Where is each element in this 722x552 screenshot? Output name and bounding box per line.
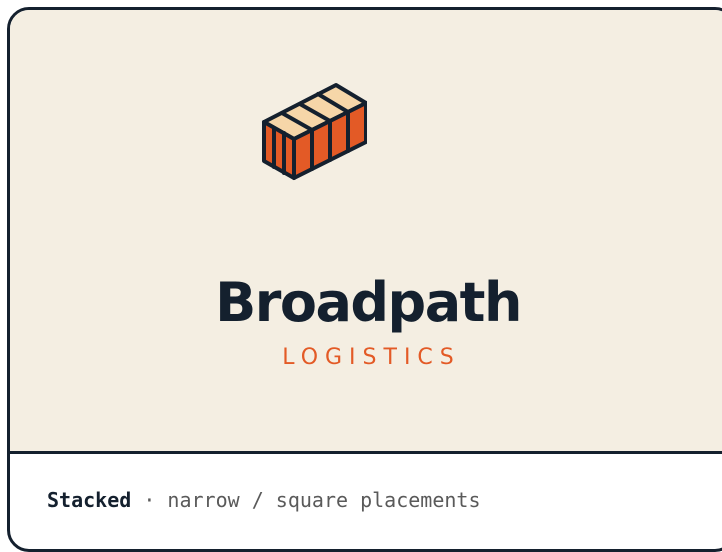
brand-tagline: LOGISTICS [282,345,461,370]
brand-name: Broadpath [215,271,522,334]
logo-preview-card: Broadpath LOGISTICS Stacked · narrow / s… [7,7,722,552]
variant-description: narrow / square placements [167,488,481,512]
variant-caption: Stacked · narrow / square placements [47,486,481,514]
logo-lockup-area: Broadpath LOGISTICS [10,10,722,454]
shipping-container-icon [262,83,367,180]
caption-separator: · [131,488,168,512]
variant-label: Stacked [47,488,132,512]
